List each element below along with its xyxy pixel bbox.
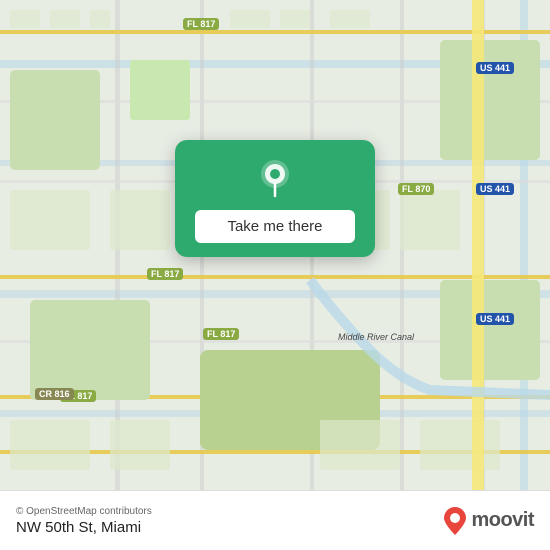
road-label-fl817-top: FL 817: [183, 18, 219, 30]
location-name: NW 50th St, Miami: [16, 519, 152, 536]
attribution-text: © OpenStreetMap contributors: [16, 506, 152, 517]
card-overlay: Take me there: [175, 140, 375, 257]
bottom-bar: © OpenStreetMap contributors NW 50th St,…: [0, 490, 550, 550]
canal-label: Middle River Canal: [338, 332, 414, 342]
road-label-fl817-mid: FL 817: [147, 268, 183, 280]
take-me-there-button[interactable]: Take me there: [195, 210, 355, 243]
road-label-us441-mid: US 441: [476, 183, 514, 195]
road-label-us441-top: US 441: [476, 62, 514, 74]
moovit-logo: moovit: [443, 507, 534, 535]
road-label-cr816: CR 816: [35, 388, 74, 400]
road-label-fl870: FL 870: [398, 183, 434, 195]
road-label-us441-lower: US 441: [476, 313, 514, 325]
location-pin-icon: [253, 156, 297, 200]
moovit-brand-text: moovit: [471, 509, 534, 532]
road-label-fl817-lower: FL 817: [203, 328, 239, 340]
bottom-left-info: © OpenStreetMap contributors NW 50th St,…: [16, 506, 152, 536]
moovit-pin-icon: [443, 507, 467, 535]
map-container: FL 817 FL 817 FL 817 FL 817 US 441 US 44…: [0, 0, 550, 490]
